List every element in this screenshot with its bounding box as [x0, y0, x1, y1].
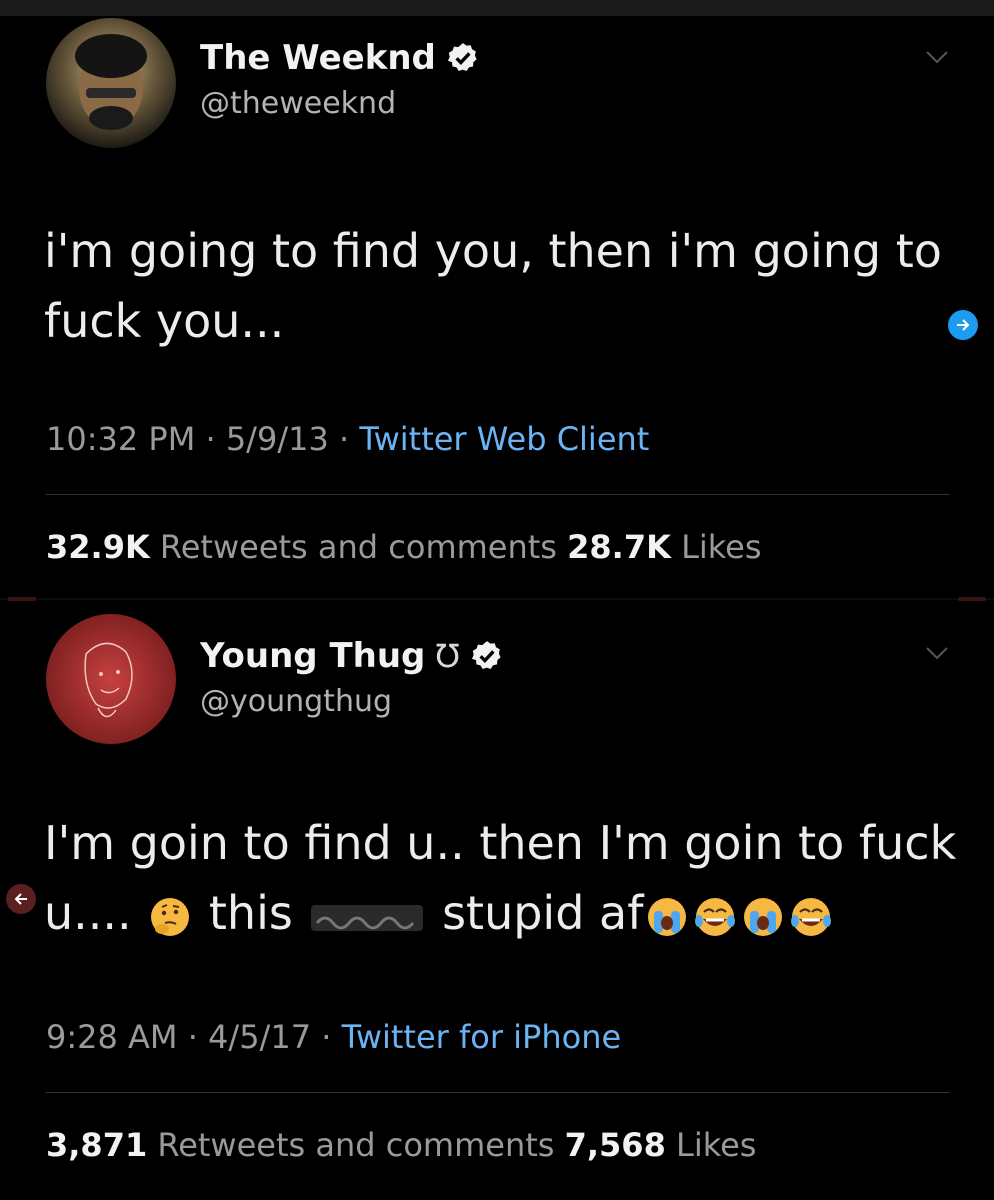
- retweet-count[interactable]: 3,871: [46, 1126, 147, 1164]
- tweet-text-line: u.... this stupid af: [44, 878, 944, 948]
- next-arrow-button[interactable]: [948, 310, 978, 340]
- divider: [46, 1092, 950, 1093]
- loudly-crying-face-emoji: [744, 897, 783, 936]
- thinking-face-emoji: [151, 897, 190, 936]
- tweet-card[interactable]: The Weeknd @theweeknd i'm going to find …: [0, 16, 994, 598]
- loudly-crying-face-emoji: [648, 897, 687, 936]
- display-name[interactable]: Young Thug Ʊ: [200, 636, 504, 676]
- tweet-timestamp: 9:28 AM · 4/5/17 · Twitter for iPhone: [46, 1018, 622, 1056]
- verified-badge-icon: [471, 641, 501, 670]
- tweet-timestamp: 10:32 PM · 5/9/13 · Twitter Web Client: [46, 420, 650, 458]
- retweet-count[interactable]: 32.9K: [46, 528, 150, 566]
- handle[interactable]: @youngthug: [200, 684, 392, 719]
- chevron-down-icon[interactable]: [924, 44, 950, 70]
- tears-of-joy-emoji: [695, 897, 736, 936]
- name-symbol: Ʊ: [435, 637, 460, 675]
- avatar[interactable]: [46, 18, 176, 148]
- tweet-text-line: fuck you...: [44, 294, 285, 348]
- tears-of-joy-emoji: [791, 897, 832, 936]
- blurred-word: [311, 904, 424, 931]
- arrow-right-icon: [957, 319, 970, 331]
- like-count[interactable]: 28.7K: [567, 528, 671, 566]
- arrow-left-icon: [14, 893, 27, 905]
- divider: [46, 494, 950, 495]
- tweet-stats: 3,871 Retweets and comments 7,568 Likes: [46, 1126, 757, 1164]
- tweet-card[interactable]: Young Thug Ʊ @youngthug I'm goin to find…: [0, 600, 994, 1200]
- tweet-text: I'm goin to find u.. then I'm goin to fu…: [44, 808, 957, 948]
- tweet-stats: 32.9K Retweets and comments 28.7K Likes: [46, 528, 762, 566]
- top-bar: [0, 0, 994, 16]
- tweet-text-line: I'm goin to find u.. then I'm goin to fu…: [44, 816, 957, 870]
- display-name[interactable]: The Weeknd: [200, 38, 480, 78]
- handle[interactable]: @theweeknd: [200, 86, 396, 121]
- verified-badge-icon: [447, 43, 477, 72]
- previous-arrow-button[interactable]: [6, 884, 36, 914]
- chevron-down-icon[interactable]: [924, 640, 950, 666]
- source-link[interactable]: Twitter Web Client: [359, 420, 649, 458]
- avatar[interactable]: [46, 614, 176, 744]
- like-count[interactable]: 7,568: [565, 1126, 666, 1164]
- tweet-text: i'm going to find you, then i'm going to…: [44, 216, 944, 356]
- source-link[interactable]: Twitter for iPhone: [342, 1018, 622, 1056]
- tweet-text-line: i'm going to find you, then i'm going to: [44, 224, 942, 278]
